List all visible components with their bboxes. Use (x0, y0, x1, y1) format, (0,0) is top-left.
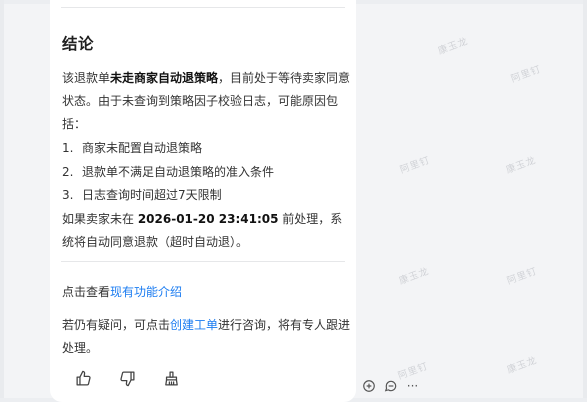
divider (61, 261, 345, 262)
watermark: 阿里钉 (398, 154, 432, 176)
view-prefix: 点击查看 (62, 285, 111, 299)
intro-prefix: 该退款单 (62, 71, 111, 85)
add-comment-button[interactable] (360, 377, 377, 394)
broom-icon (164, 370, 178, 386)
watermark: 康玉龙 (436, 35, 470, 57)
watermark: 阿里钉 (509, 63, 543, 85)
clear-button[interactable] (160, 367, 182, 389)
divider (61, 7, 345, 8)
comment-button[interactable] (382, 377, 399, 394)
thumbs-up-button[interactable] (72, 367, 94, 389)
watermark: 康玉龙 (505, 354, 539, 376)
window-frame-left (0, 0, 4, 402)
thumbs-up-icon (75, 370, 91, 386)
list-item: 2. 退款单不满足自动退策略的准入条件 (62, 161, 274, 185)
list-number: 2. (62, 164, 74, 179)
deadline-note: 如果卖家未在 2026-01-20 23:41:05 前处理，系统将自动同意退款… (62, 208, 352, 254)
conclusion-title: 结论 (62, 35, 95, 53)
list-text: 退款单不满足自动退策略的准入条件 (82, 164, 275, 179)
feature-intro-link[interactable]: 现有功能介绍 (110, 285, 182, 299)
intro-bold: 未走商家自动退策略 (110, 71, 219, 85)
more-button[interactable]: ··· (404, 377, 421, 394)
message-card: 结论 该退款单未走商家自动退策略，目前处于等待卖家同意状态。由于未查询到策略因子… (50, 0, 356, 402)
list-text: 日志查询时间超过7天限制 (82, 188, 222, 202)
list-item: 3. 日志查询时间超过7天限制 (62, 184, 274, 208)
thumbs-down-button[interactable] (116, 367, 138, 389)
create-ticket-link[interactable]: 创建工单 (170, 318, 218, 332)
ticket-prefix: 若仍有疑问，可点击 (62, 318, 171, 332)
list-text: 商家未配置自动退策略 (82, 141, 203, 155)
side-toolbar: ··· (360, 377, 421, 394)
watermark: 康玉龙 (504, 154, 538, 176)
watermark: 阿里钉 (505, 265, 539, 287)
more-icon: ··· (406, 378, 419, 393)
feature-intro-line: 点击查看现有功能介绍 (62, 281, 352, 304)
thumbs-down-icon (119, 370, 135, 386)
add-comment-icon (362, 379, 375, 392)
window-frame-right (583, 0, 587, 402)
list-number: 3. (62, 188, 74, 202)
comment-icon (384, 380, 396, 392)
list-number: 1. (62, 141, 74, 155)
conclusion-intro: 该退款单未走商家自动退策略，目前处于等待卖家同意状态。由于未查询到策略因子校验日… (62, 67, 352, 136)
ticket-line: 若仍有疑问，可点击创建工单进行咨询，将有专人跟进处理。 (62, 314, 352, 360)
list-item: 1. 商家未配置自动退策略 (62, 137, 274, 161)
deadline-time: 2026-01-20 23:41:05 (137, 212, 279, 226)
feedback-actions (72, 367, 182, 389)
deadline-prefix: 如果卖家未在 (62, 212, 138, 226)
watermark: 康玉龙 (397, 265, 431, 287)
reason-list: 1. 商家未配置自动退策略 2. 退款单不满足自动退策略的准入条件 3. 日志查询时间… (62, 137, 274, 208)
